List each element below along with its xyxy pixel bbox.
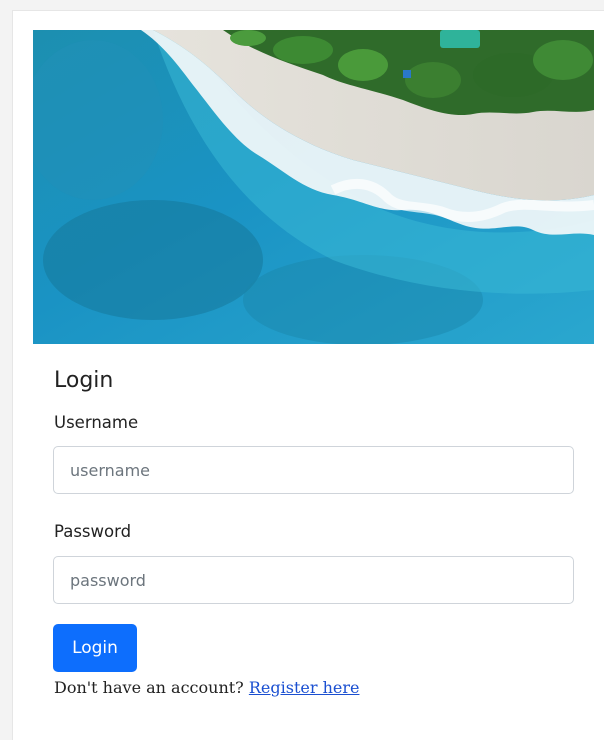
register-link[interactable]: Register here xyxy=(249,678,360,697)
username-input[interactable] xyxy=(53,446,574,494)
login-heading: Login xyxy=(54,368,114,393)
login-card: Login Username Password Login Don't have… xyxy=(12,10,604,740)
beach-aerial-image xyxy=(33,30,594,344)
username-label: Username xyxy=(54,413,139,432)
password-label: Password xyxy=(54,522,132,541)
login-button[interactable]: Login xyxy=(53,624,137,672)
password-input[interactable] xyxy=(53,556,574,604)
register-prompt: Don't have an account? Register here xyxy=(54,678,359,697)
register-prompt-text: Don't have an account? xyxy=(54,678,244,697)
